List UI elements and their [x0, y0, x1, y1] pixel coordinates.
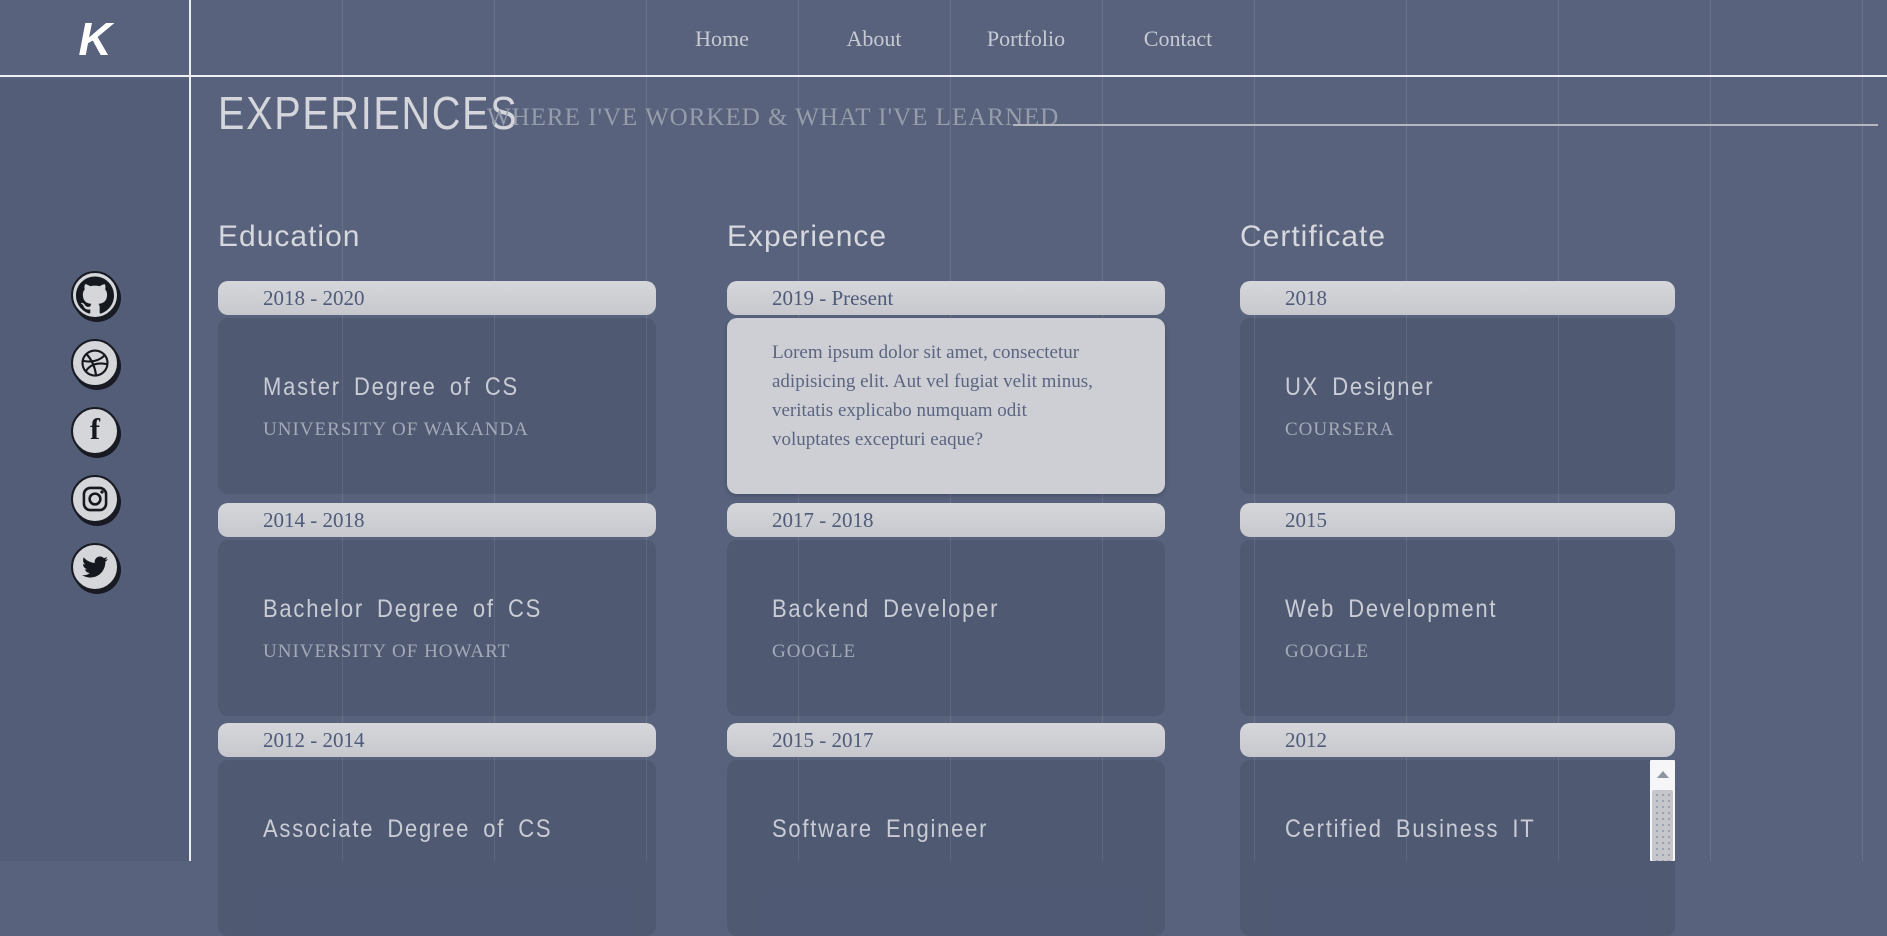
entry-card: Master Degree of CS UNIVERSITY OF WAKAND… [218, 318, 656, 494]
period-label: 2018 [1285, 286, 1327, 311]
entry-subtitle: UNIVERSITY OF WAKANDA [263, 419, 611, 441]
vertical-scrollbar[interactable] [1650, 760, 1675, 861]
period-label: 2015 - 2017 [772, 728, 874, 753]
column-certificate: Certificate 2018 UX Designer COURSERA 20… [1240, 0, 1675, 861]
entry-title: Master Degree of CS [263, 373, 519, 402]
entry-subtitle: COURSERA [1285, 419, 1630, 441]
entry-card: UX Designer COURSERA [1240, 318, 1675, 494]
site-logo[interactable]: K [0, 0, 190, 77]
period-label: 2012 [1285, 728, 1327, 753]
period-badge[interactable]: 2017 - 2018 [727, 503, 1165, 537]
facebook-icon: f [90, 415, 100, 445]
github-link[interactable] [71, 271, 119, 319]
entry-title: UX Designer [1285, 373, 1434, 402]
period-badge[interactable]: 2015 - 2017 [727, 723, 1165, 757]
entry-title: Associate Degree of CS [263, 815, 552, 844]
entry-description: Lorem ipsum dolor sit amet, consectetur … [772, 338, 1107, 454]
twitter-icon [82, 554, 108, 580]
period-label: 2017 - 2018 [772, 508, 874, 533]
period-badge[interactable]: 2018 [1240, 281, 1675, 315]
entry-title: Backend Developer [772, 595, 999, 624]
entry-card-expanded: Lorem ipsum dolor sit amet, consectetur … [727, 318, 1165, 494]
period-badge[interactable]: 2015 [1240, 503, 1675, 537]
entry-card: Bachelor Degree of CS UNIVERSITY OF HOWA… [218, 540, 656, 716]
social-sidebar: f [0, 79, 189, 861]
column-experience: Experience 2019 - Present Lorem ipsum do… [727, 0, 1165, 861]
period-label: 2018 - 2020 [263, 286, 365, 311]
dribbble-icon [80, 348, 110, 378]
entry-card: Certified Business IT [1240, 760, 1675, 936]
entry-subtitle: UNIVERSITY OF HOWART [263, 641, 611, 663]
column-header-experience: Experience [727, 220, 887, 254]
period-label: 2012 - 2014 [263, 728, 365, 753]
column-education: Education 2018 - 2020 Master Degree of C… [218, 0, 656, 861]
github-icon [76, 276, 114, 314]
vertical-divider-line [189, 0, 191, 861]
period-label: 2015 [1285, 508, 1327, 533]
scrollbar-up-button[interactable] [1650, 760, 1675, 788]
entry-subtitle: GOOGLE [772, 641, 1120, 663]
instagram-link[interactable] [71, 475, 119, 523]
facebook-link[interactable]: f [71, 407, 119, 455]
instagram-icon [81, 485, 109, 513]
period-badge[interactable]: 2012 - 2014 [218, 723, 656, 757]
period-label: 2019 - Present [772, 286, 893, 311]
period-label: 2014 - 2018 [263, 508, 365, 533]
entry-title: Web Development [1285, 595, 1497, 624]
entry-subtitle: GOOGLE [1285, 641, 1630, 663]
twitter-link[interactable] [71, 543, 119, 591]
entry-title: Software Engineer [772, 815, 988, 844]
dribbble-link[interactable] [71, 339, 119, 387]
period-badge[interactable]: 2014 - 2018 [218, 503, 656, 537]
period-badge[interactable]: 2019 - Present [727, 281, 1165, 315]
scrollbar-thumb[interactable] [1652, 790, 1673, 861]
entry-title: Certified Business IT [1285, 815, 1535, 844]
scroll-up-arrow-icon [1657, 771, 1669, 778]
period-badge[interactable]: 2012 [1240, 723, 1675, 757]
entry-card: Backend Developer GOOGLE [727, 540, 1165, 716]
column-header-certificate: Certificate [1240, 220, 1386, 254]
entry-title: Bachelor Degree of CS [263, 595, 542, 624]
entry-card: Associate Degree of CS [218, 760, 656, 936]
column-header-education: Education [218, 220, 360, 254]
entry-card: Web Development GOOGLE [1240, 540, 1675, 716]
period-badge[interactable]: 2018 - 2020 [218, 281, 656, 315]
entry-card: Software Engineer [727, 760, 1165, 936]
